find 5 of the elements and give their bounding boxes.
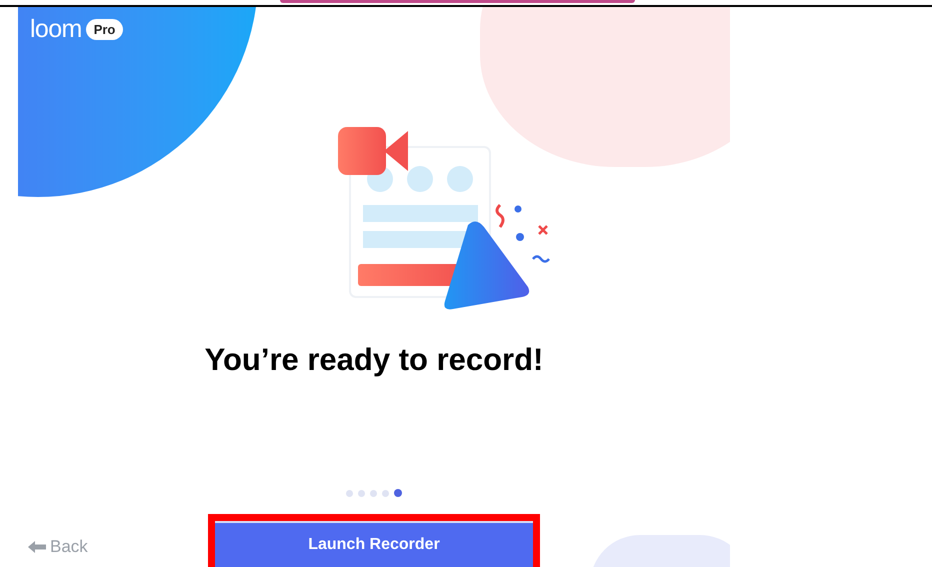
launch-recorder-button[interactable]: Launch Recorder [215, 521, 533, 567]
back-button[interactable]: Back [28, 534, 88, 560]
left-arrow-icon [28, 540, 46, 553]
logo-wordmark: loom [30, 17, 82, 42]
headline: You’re ready to record! [204, 341, 544, 379]
